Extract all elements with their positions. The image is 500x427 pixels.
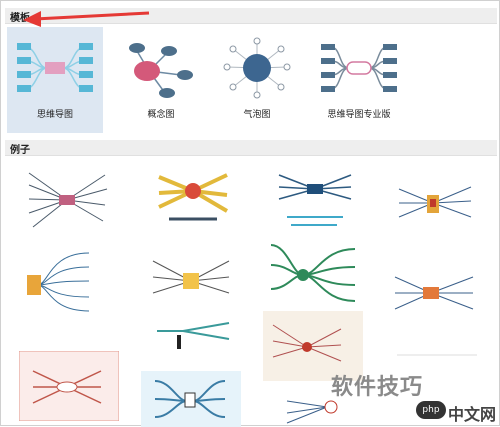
- template-label: 思维导图专业版: [327, 110, 391, 120]
- php-logo-icon: php: [416, 401, 446, 419]
- examples-grid: [5, 153, 497, 427]
- example-thumb-6[interactable]: [141, 241, 241, 321]
- annotation-arrow-icon: [23, 11, 150, 27]
- example-thumb-14[interactable]: [387, 347, 487, 367]
- template-concept-map[interactable]: 概念图: [113, 27, 209, 133]
- example-thumb-12[interactable]: [141, 371, 241, 427]
- example-thumb-2[interactable]: [145, 163, 241, 233]
- example-thumb-8[interactable]: [385, 263, 485, 343]
- example-thumb-4[interactable]: [387, 167, 483, 237]
- template-label: 概念图: [147, 110, 175, 120]
- example-thumb-7[interactable]: [263, 235, 363, 315]
- example-thumb-3[interactable]: [267, 165, 363, 235]
- bubble-map-icon: [223, 37, 291, 99]
- mind-map-pro-icon: [321, 44, 397, 92]
- example-thumb-1[interactable]: [19, 165, 115, 235]
- logo-text: 中文网: [448, 405, 497, 424]
- template-mind-map[interactable]: 思维导图: [7, 27, 103, 133]
- template-label: 思维导图: [36, 110, 73, 120]
- template-mind-map-pro[interactable]: 思维导图专业版: [311, 27, 407, 133]
- template-bubble-map[interactable]: 气泡图: [209, 27, 305, 133]
- template-label: 气泡图: [243, 110, 271, 120]
- example-thumb-9[interactable]: [143, 317, 243, 357]
- template-gallery-panel: 模板 思维导图 概念图 气泡图 思维导图专业版 例子 软件技巧 php 中文网: [0, 0, 500, 427]
- example-thumb-5[interactable]: [19, 245, 119, 325]
- example-thumb-11[interactable]: [19, 351, 119, 421]
- mind-map-icon: [17, 43, 93, 92]
- concept-map-icon: [129, 43, 193, 98]
- watermark-text: 软件技巧: [331, 375, 424, 400]
- watermark-logo: php 中文网: [416, 401, 498, 424]
